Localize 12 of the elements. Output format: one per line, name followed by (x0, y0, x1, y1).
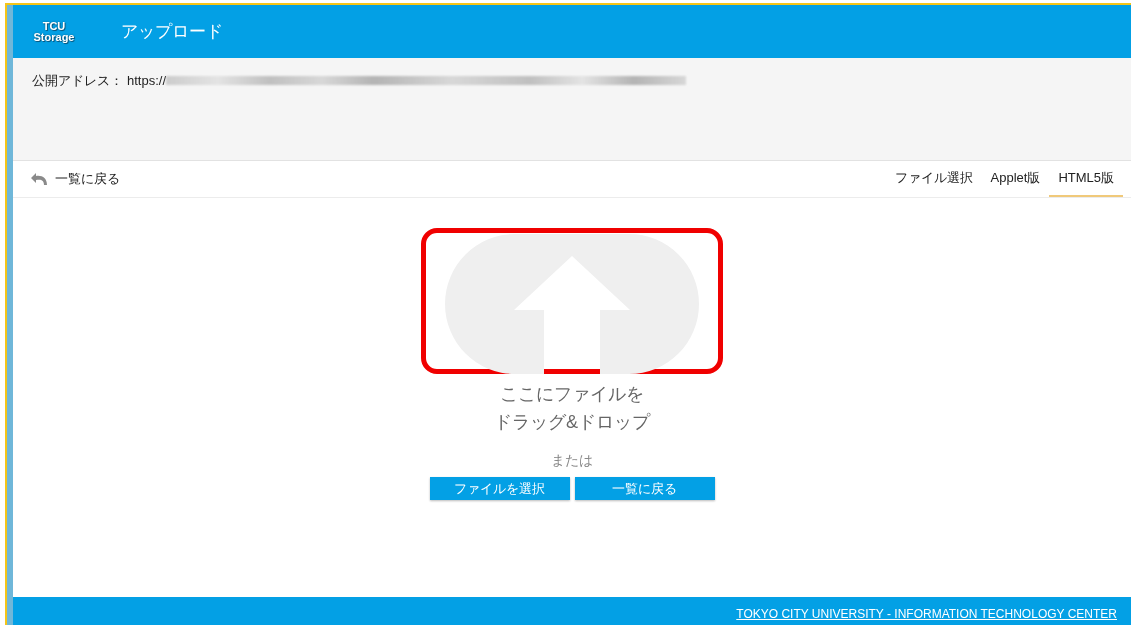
back-link[interactable]: 一覧に戻る (13, 161, 120, 197)
tab[interactable]: HTML5版 (1049, 161, 1123, 197)
address-value: https:// (127, 72, 167, 90)
page-title: アップロード (121, 20, 223, 43)
or-text: または (551, 451, 593, 470)
undo-arrow-icon (29, 172, 49, 186)
tab[interactable]: Applet版 (981, 161, 1050, 197)
address-label: 公開アドレス： (32, 72, 123, 90)
logo: TCU Storage (32, 20, 76, 43)
drop-instruction: ここにファイルを (500, 383, 644, 406)
tab[interactable]: ファイル選択 (885, 161, 982, 197)
drop-instruction: ドラッグ&ドロップ (494, 411, 650, 434)
